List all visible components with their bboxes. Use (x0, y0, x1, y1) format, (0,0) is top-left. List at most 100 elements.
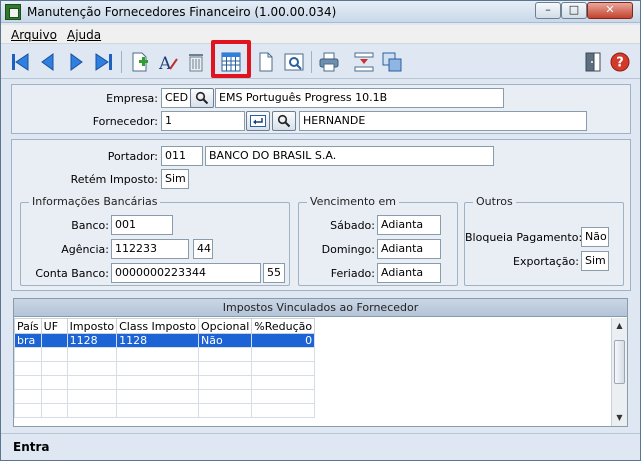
cell-imposto: 1128 (66, 333, 118, 348)
status-bar: Entra (1, 433, 640, 460)
portador-code-field[interactable]: 011 (161, 146, 203, 166)
print-button[interactable] (316, 49, 342, 75)
exportacao-field[interactable]: Sim (581, 251, 609, 271)
feriado-field[interactable]: Adianta (377, 263, 441, 283)
table-row[interactable] (14, 361, 316, 376)
transfer-button[interactable] (351, 49, 377, 75)
preview-icon (284, 53, 304, 71)
banco-field[interactable]: 001 (111, 215, 173, 235)
close-button[interactable]: ✕ (587, 2, 633, 19)
main-window: Manutenção Fornecedores Financeiro (1.00… (0, 0, 641, 461)
col-opcional[interactable]: Opcional (198, 318, 253, 334)
fornecedor-search-button[interactable] (272, 111, 296, 131)
grid-scrollbar[interactable]: ▲ ▼ (611, 318, 627, 426)
sabado-field[interactable]: Adianta (377, 215, 441, 235)
last-record-button[interactable] (91, 49, 117, 75)
scroll-thumb[interactable] (614, 340, 625, 384)
domingo-field[interactable]: Adianta (377, 239, 441, 259)
empresa-search-button[interactable] (190, 88, 214, 108)
banco-label: Banco: (71, 219, 109, 232)
previous-record-button[interactable] (35, 49, 61, 75)
bloqueia-pagamento-field[interactable]: Não (581, 227, 609, 247)
table-row[interactable]: bra 1128 1128 Não 0 (14, 333, 316, 348)
exit-button[interactable] (580, 49, 606, 75)
minimize-button[interactable]: – (535, 2, 561, 19)
highlight-marker (211, 40, 251, 78)
agencia-dv-field[interactable]: 44 (193, 239, 213, 259)
scroll-down-icon[interactable]: ▼ (612, 410, 627, 425)
conta-banco-field[interactable]: 0000000223344 (111, 263, 261, 283)
print-icon (319, 52, 339, 72)
toolbar: A ? (1, 45, 640, 79)
portador-name-field: BANCO DO BRASIL S.A. (205, 146, 494, 166)
delete-record-button[interactable] (183, 49, 209, 75)
col-class-imposto[interactable]: Class Imposto (116, 318, 200, 334)
table-row[interactable] (14, 375, 316, 390)
grid-header-row: País UF Imposto Class Imposto Opcional %… (14, 318, 316, 334)
empresa-name-field: EMS Português Progress 10.1B (215, 88, 504, 108)
window-title: Manutenção Fornecedores Financeiro (1.00… (27, 5, 337, 19)
enter-arrow-icon (250, 115, 266, 127)
conta-dv-field[interactable]: 55 (263, 263, 285, 283)
previous-icon (41, 53, 54, 71)
impostos-table[interactable]: País UF Imposto Class Imposto Opcional %… (14, 318, 316, 418)
bancarias-legend: Informações Bancárias (29, 195, 161, 208)
edit-icon: A (158, 54, 178, 73)
fornecedor-code-field[interactable]: 1 (161, 111, 245, 131)
cell-uf (40, 333, 68, 348)
impostos-grid: Impostos Vinculados ao Fornecedor País U… (13, 298, 628, 427)
fornecedor-enter-button[interactable] (246, 111, 270, 131)
agencia-field[interactable]: 112233 (111, 239, 189, 259)
retem-imposto-label: Retém Imposto: (70, 173, 158, 186)
col-uf[interactable]: UF (40, 318, 68, 334)
col-pais[interactable]: País (14, 318, 42, 334)
first-record-button[interactable] (7, 49, 33, 75)
agencia-label: Agência: (61, 243, 109, 256)
empresa-label: Empresa: (106, 92, 158, 105)
table-row[interactable] (14, 403, 316, 418)
fornecedor-name-field: HERNANDE (299, 111, 587, 131)
title-bar: Manutenção Fornecedores Financeiro (1.00… (1, 1, 640, 23)
help-button[interactable]: ? (607, 49, 633, 75)
conta-banco-label: Conta Banco: (35, 267, 109, 280)
search-icon (277, 114, 291, 128)
menu-ajuda[interactable]: Ajuda (67, 28, 101, 42)
add-record-button[interactable] (127, 49, 153, 75)
next-icon (70, 53, 83, 71)
document-button[interactable] (253, 49, 279, 75)
search-icon (195, 91, 209, 105)
help-icon: ? (610, 52, 630, 72)
details-panel: Portador: 011 BANCO DO BRASIL S.A. Retém… (11, 139, 631, 291)
table-row[interactable] (14, 347, 316, 362)
bancarias-group: Informações Bancárias Banco: 001 Agência… (20, 195, 290, 286)
preview-button[interactable] (281, 49, 307, 75)
scroll-up-icon[interactable]: ▲ (612, 318, 627, 333)
next-record-button[interactable] (63, 49, 89, 75)
app-icon (5, 4, 21, 20)
last-icon (95, 53, 112, 71)
vencimento-group: Vencimento em Sábado: Adianta Domingo: A… (298, 195, 458, 286)
maximize-button[interactable]: □ (561, 2, 587, 19)
copy-icon (382, 52, 402, 72)
portador-label: Portador: (107, 150, 158, 163)
domingo-label: Domingo: (321, 243, 375, 256)
add-icon (132, 52, 148, 72)
outros-group: Outros Bloqueia Pagamento: Não Exportaçã… (464, 195, 624, 286)
outros-legend: Outros (473, 195, 516, 208)
bloqueia-pagamento-label: Bloqueia Pagamento: (465, 231, 583, 244)
copy-button[interactable] (379, 49, 405, 75)
menu-bar: Arquivo Ajuda (1, 25, 640, 44)
menu-arquivo[interactable]: Arquivo (11, 28, 57, 42)
fornecedor-label: Fornecedor: (92, 115, 158, 128)
edit-record-button[interactable]: A (155, 49, 181, 75)
first-icon (12, 53, 29, 71)
col-imposto[interactable]: Imposto (66, 318, 118, 334)
svg-text:A: A (158, 54, 172, 73)
exportacao-label: Exportação: (513, 255, 579, 268)
table-row[interactable] (14, 389, 316, 404)
vencimento-legend: Vencimento em (307, 195, 399, 208)
status-text: Entra (13, 440, 50, 454)
col-reducao[interactable]: %Redução (251, 318, 316, 334)
retem-imposto-field[interactable]: Sim (161, 169, 189, 189)
svg-text:?: ? (616, 56, 624, 71)
